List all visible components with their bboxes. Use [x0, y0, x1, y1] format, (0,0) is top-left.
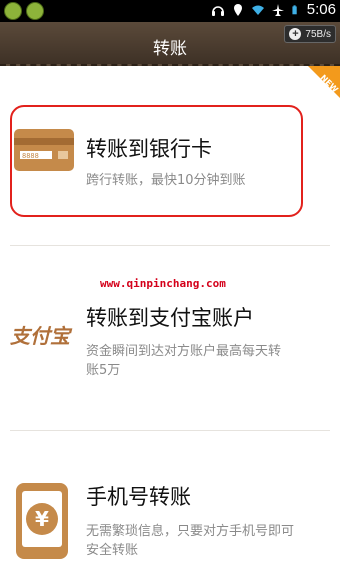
- item-subtitle-line2: 账5万: [86, 363, 121, 378]
- headphones-icon: [211, 5, 224, 16]
- new-ribbon: NEW: [308, 66, 340, 98]
- alipay-logo: 支付宝: [10, 324, 70, 348]
- clock: 5:06: [306, 1, 336, 18]
- selection-highlight: [10, 105, 303, 217]
- notification-icon: [26, 2, 44, 20]
- item-title: 手机号转账: [86, 485, 191, 509]
- item-subtitle: 资金瞬间到达对方账户最高每天转 账5万: [86, 342, 281, 380]
- status-bar: 5:06: [0, 0, 340, 22]
- item-subtitle-line2: 安全转账: [86, 543, 139, 558]
- transfer-to-alipay-item[interactable]: 支付宝 转账到支付宝账户 资金瞬间到达对方账户最高每天转 账5万: [0, 246, 340, 429]
- item-title: 转账到支付宝账户: [86, 306, 254, 330]
- item-subtitle-line1: 资金瞬间到达对方账户最高每天转: [86, 344, 282, 359]
- network-speed: 75B/s: [305, 28, 331, 40]
- svg-text:¥: ¥: [35, 507, 49, 531]
- phone-yuan-icon: ¥: [16, 483, 68, 559]
- plus-icon: +: [289, 28, 302, 40]
- airplane-icon: [271, 3, 284, 16]
- location-icon: [233, 3, 242, 16]
- notification-icon: [4, 2, 22, 20]
- battery-icon: [292, 4, 297, 14]
- phone-number-transfer-item[interactable]: ¥ 手机号转账 无需繁琐信息，只要对方手机号即可 安全转账: [0, 431, 340, 565]
- wifi-icon: [251, 5, 264, 15]
- network-speed-badge: + 75B/s: [284, 25, 336, 43]
- app-header: 转账 + 75B/s: [0, 22, 340, 66]
- item-subtitle: 无需繁琐信息，只要对方手机号即可 安全转账: [86, 522, 294, 560]
- item-subtitle-line1: 无需繁琐信息，只要对方手机号即可: [86, 524, 295, 539]
